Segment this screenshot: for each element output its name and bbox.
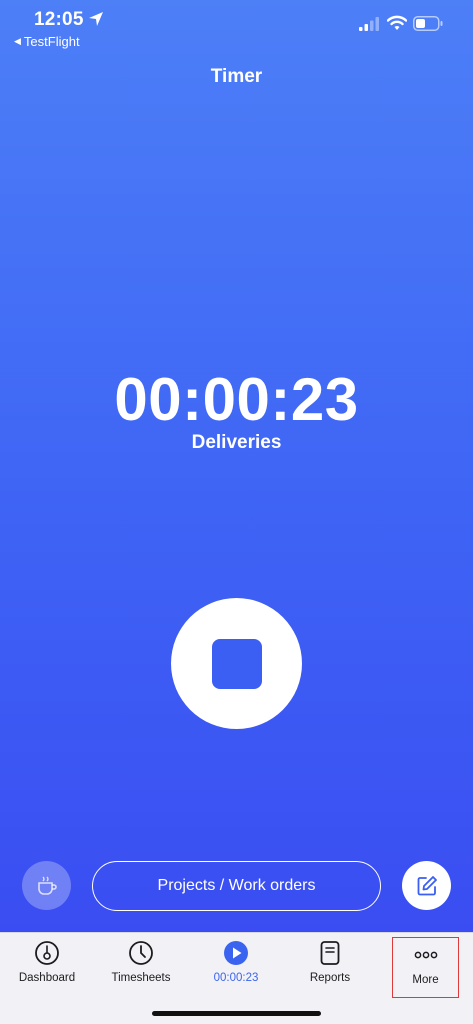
tab-label: Dashboard xyxy=(18,972,76,984)
back-triangle-icon: ◀ xyxy=(14,36,21,46)
tab-dashboard[interactable]: Dashboard xyxy=(0,933,94,995)
home-indicator[interactable] xyxy=(152,1011,321,1016)
stop-icon xyxy=(211,638,262,689)
tab-reports[interactable]: Reports xyxy=(283,933,377,995)
tab-timer[interactable]: 00:00:23 xyxy=(189,933,283,995)
tab-label: 00:00:23 xyxy=(213,972,259,984)
location-arrow-icon xyxy=(89,12,103,26)
edit-note-icon xyxy=(417,875,437,895)
tab-more[interactable]: More xyxy=(392,937,459,998)
status-bar: 12:05 ◀ TestFlight xyxy=(0,0,473,54)
elapsed-time: 00:00:23 xyxy=(114,366,359,433)
status-time: 12:05 xyxy=(34,9,84,30)
timer-screen: 12:05 ◀ TestFlight Timer 00:00:23 Delive… xyxy=(0,0,473,932)
gauge-icon xyxy=(35,941,59,965)
document-icon xyxy=(320,941,340,965)
signal-icon xyxy=(359,17,379,31)
back-to-testflight-link[interactable]: ◀ TestFlight xyxy=(14,34,80,49)
tab-bar: Dashboard Timesheets 00:00:23 Reports Mo… xyxy=(0,932,473,1024)
ellipsis-icon xyxy=(414,951,437,959)
clock-icon xyxy=(129,941,153,965)
tab-label: Reports xyxy=(309,972,351,984)
stop-timer-button[interactable] xyxy=(171,598,302,729)
current-project: Deliveries xyxy=(191,432,282,453)
tab-timesheets[interactable]: Timesheets xyxy=(94,933,188,995)
page-title: Timer xyxy=(210,66,263,87)
coffee-cup-icon xyxy=(37,876,57,895)
back-app-label: TestFlight xyxy=(23,34,80,49)
wifi-icon xyxy=(387,15,407,30)
projects-work-orders-button[interactable]: Projects / Work orders xyxy=(92,861,381,911)
projects-button-label: Projects / Work orders xyxy=(157,877,316,894)
tab-label: Timesheets xyxy=(111,972,171,984)
battery-icon xyxy=(413,16,443,31)
tab-label: More xyxy=(412,974,439,986)
play-icon xyxy=(224,941,248,965)
edit-note-button[interactable] xyxy=(402,861,451,910)
break-button[interactable] xyxy=(22,861,71,910)
